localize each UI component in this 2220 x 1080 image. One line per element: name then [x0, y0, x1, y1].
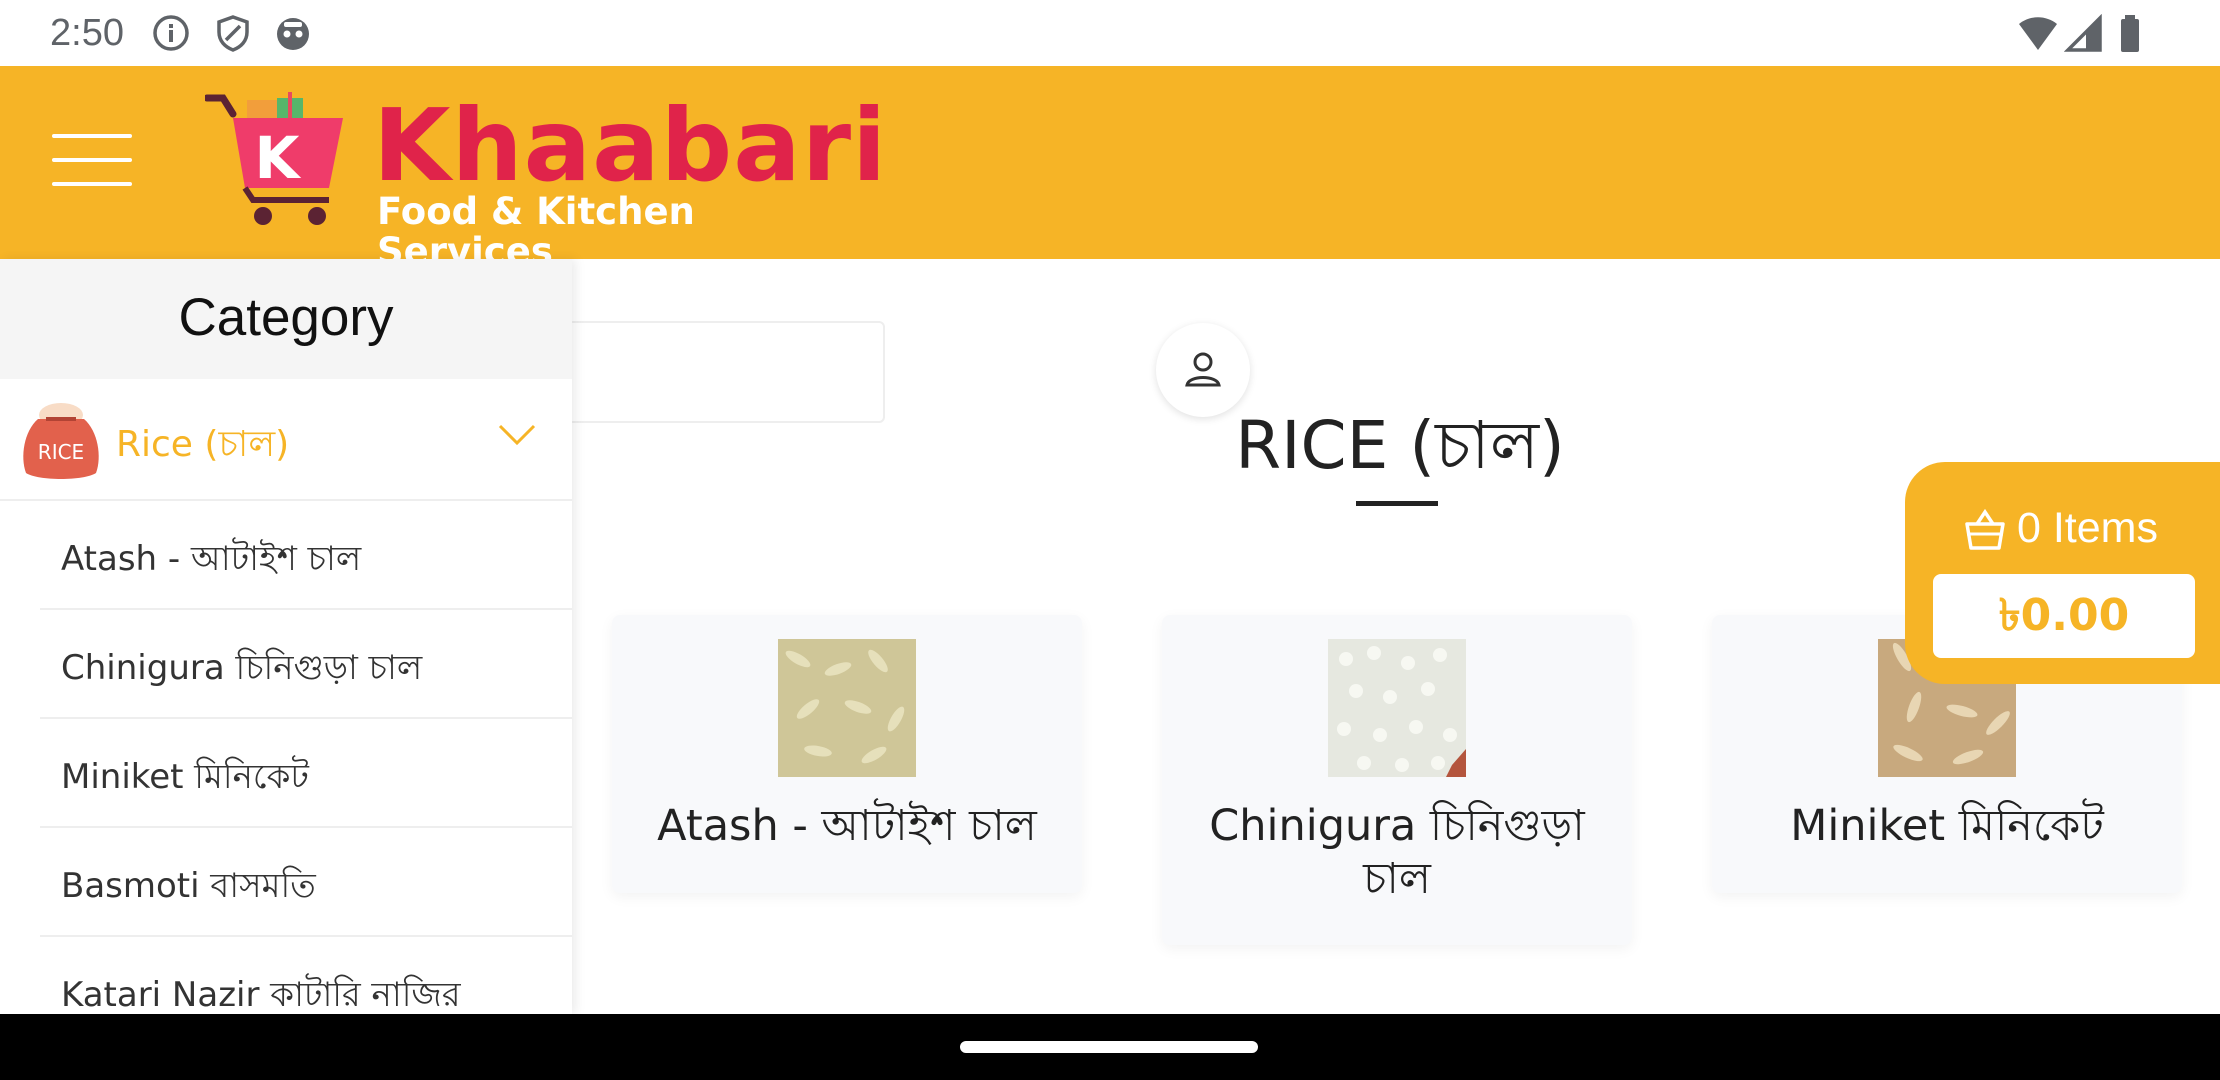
product-name: Atash - আটাইশ চাল — [657, 801, 1037, 851]
subcategory-item[interactable]: Miniket মিনিকেট — [40, 719, 572, 828]
product-name: Miniket মিনিকেট — [1790, 801, 2104, 851]
app-header: K Khaabari Food & Kitchen Services — [0, 66, 2220, 272]
product-card[interactable]: Atash - আটাইশ চাল — [612, 615, 1082, 893]
rice-sack-icon: RICE — [23, 403, 99, 479]
cart-widget[interactable]: 0 Items ৳0.00 — [1905, 462, 2220, 684]
category-rice[interactable]: RICE Rice (চাল) — [0, 379, 572, 501]
chevron-down-icon[interactable] — [498, 423, 536, 447]
cart-total: ৳0.00 — [1933, 574, 2195, 658]
subcategory-item[interactable]: Katari Nazir কাটারি নাজির — [40, 937, 572, 1014]
svg-text:K: K — [255, 124, 302, 192]
wifi-icon — [2018, 14, 2058, 54]
page-title: RICE (চাল) — [1235, 407, 1565, 484]
product-name: Chinigura চিনিগুড়া চাল — [1209, 801, 1585, 904]
subcategory-item[interactable]: Chinigura চিনিগুড়া চাল — [40, 610, 572, 719]
status-bar: 2:50 — [0, 0, 2220, 66]
robot-face-icon — [274, 14, 312, 52]
product-image — [1328, 639, 1466, 777]
svg-text:RICE: RICE — [38, 440, 84, 464]
product-card[interactable]: Chinigura চিনিগুড়া চাল — [1162, 615, 1632, 945]
status-time: 2:50 — [50, 12, 124, 54]
category-label: Rice (চাল) — [116, 424, 290, 465]
battery-icon — [2114, 14, 2154, 54]
cell-signal-icon — [2063, 13, 2104, 54]
product-image — [778, 639, 916, 777]
screen: 2:50 K Khaabari Food & Kitchen Services … — [0, 0, 2220, 1080]
cart-logo-icon: K — [205, 92, 343, 225]
search-input[interactable] — [520, 321, 885, 423]
subcategory-item[interactable]: Basmoti বাসমতি — [40, 828, 572, 937]
brand-logo[interactable]: K Khaabari Food & Kitchen Services — [205, 92, 886, 272]
cart-count: 0 Items — [2017, 504, 2158, 552]
hamburger-menu-icon[interactable] — [52, 134, 132, 188]
basket-icon — [1965, 508, 2005, 550]
drawer-title: Category — [178, 288, 394, 347]
brand-title: Khaabari — [373, 87, 888, 204]
shield-icon — [214, 14, 252, 52]
drawer-header: Category — [0, 259, 572, 379]
title-divider — [1356, 501, 1438, 506]
system-nav-bar — [0, 1014, 2220, 1080]
category-drawer: Category RICE Rice (চাল) Atash - আটাইশ চ… — [0, 259, 572, 1014]
subcategory-item[interactable]: Atash - আটাইশ চাল — [40, 501, 572, 610]
info-icon — [152, 14, 190, 52]
home-gesture-handle[interactable] — [960, 1041, 1258, 1053]
